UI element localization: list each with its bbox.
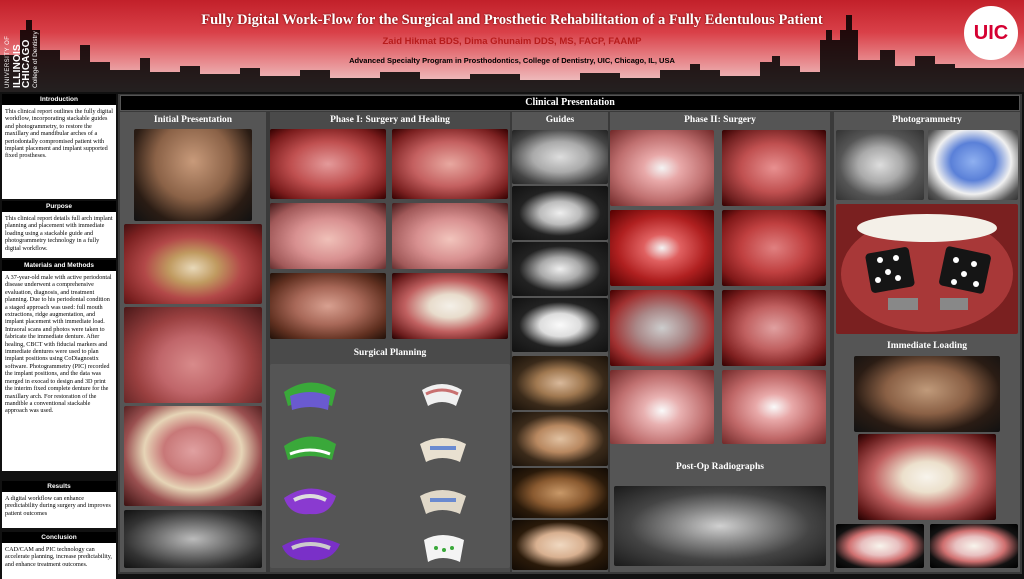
smile-photo-final — [854, 356, 1000, 432]
phase-2-column: Phase II: Surgery Post-Op Radiographs — [610, 112, 830, 572]
guide-photo-5 — [512, 356, 608, 410]
purpose-body: This clinical report details full arch i… — [2, 212, 116, 258]
photogrammetry-scan-gray — [836, 130, 924, 200]
guide-photo-2 — [512, 186, 608, 240]
guide-photo-7 — [512, 468, 608, 518]
phase-1-photo-6 — [392, 273, 508, 339]
phase-1-photo-5 — [270, 273, 386, 339]
phase-2-photo-1 — [610, 130, 714, 206]
immediate-loading-heading: Immediate Loading — [887, 341, 967, 351]
guides-heading: Guides — [545, 115, 575, 125]
photogrammetry-scan-bodies-photo — [836, 204, 1018, 334]
patient-face-photo — [134, 129, 252, 221]
guide-photo-6 — [512, 412, 608, 466]
phase-2-photo-8 — [722, 370, 826, 444]
conclusion-body: CAD/CAM and PIC technology can accelerat… — [2, 543, 116, 579]
text-sidebar: Introduction This clinical report outlin… — [2, 94, 116, 579]
prosthesis-photo-2 — [930, 524, 1018, 568]
uic-logo: UIC — [964, 6, 1018, 60]
purpose-heading: Purpose — [2, 201, 116, 212]
guide-photo-4 — [512, 298, 608, 352]
phase-1-photo-3 — [270, 203, 386, 269]
post-op-panoramic-radiograph — [614, 486, 826, 566]
intraoral-frontal-photo — [124, 224, 262, 304]
introduction-heading: Introduction — [2, 94, 116, 105]
phase-2-photo-3 — [610, 210, 714, 286]
phase-2-photo-2 — [722, 130, 826, 206]
uic-wordmark: UNIVERSITY OF ILLINOIS CHICAGO College o… — [4, 4, 39, 88]
poster-affiliation: Advanced Specialty Program in Prosthodon… — [349, 56, 675, 65]
guides-column: Guides — [512, 112, 608, 572]
materials-heading: Materials and Methods — [2, 260, 116, 271]
prosthesis-photo-1 — [836, 524, 924, 568]
maxillary-occlusal-photo — [124, 307, 262, 403]
conclusion-heading: Conclusion — [2, 532, 116, 543]
guide-photo-8 — [512, 520, 608, 570]
poster-header: UNIVERSITY OF ILLINOIS CHICAGO College o… — [0, 0, 1024, 92]
university-line-3: College of Dentistry — [32, 31, 39, 88]
clinical-presentation-heading: Clinical Presentation — [120, 95, 1020, 111]
poster-authors: Zaid Hikmat BDS, Dima Ghunaim DDS, MS, F… — [382, 36, 642, 47]
radiographs-heading: Post-Op Radiographs — [676, 462, 764, 472]
initial-panoramic-radiograph — [124, 510, 262, 568]
phase-2-photo-7 — [610, 370, 714, 444]
guide-photo-3 — [512, 242, 608, 296]
introduction-body: This clinical report outlines the fully … — [2, 105, 116, 199]
phase-2-heading: Phase II: Surgery — [684, 115, 756, 125]
results-heading: Results — [2, 481, 116, 492]
initial-presentation-heading: Initial Presentation — [153, 115, 233, 125]
phase-1-photo-4 — [392, 203, 508, 269]
clinical-presentation-panel: Clinical Presentation Initial Presentati… — [118, 94, 1022, 574]
surgical-planning-renders — [270, 364, 510, 568]
mandibular-occlusal-photo — [124, 406, 262, 506]
results-body: A digital workflow can enhance predictab… — [2, 492, 116, 528]
phase-1-photo-2 — [392, 129, 508, 199]
materials-body: A 37-year-old male with active periodont… — [2, 271, 116, 471]
guide-photo-1 — [512, 130, 608, 184]
photogrammetry-heading: Photogrammetry — [892, 115, 962, 125]
phase-2-photo-6 — [722, 290, 826, 366]
phase-2-photo-4 — [722, 210, 826, 286]
phase-1-column: Phase I: Surgery and Healing Surgical Pl… — [270, 112, 510, 572]
final-intraoral-photo — [858, 434, 996, 520]
phase-1-photo-1 — [270, 129, 386, 199]
surgical-planning-heading: Surgical Planning — [353, 348, 427, 358]
photogrammetry-scan-blue — [928, 130, 1018, 200]
university-line-2: ILLINOIS CHICAGO — [12, 39, 32, 88]
photogrammetry-column: Photogrammetry Immediate Loading — [834, 112, 1020, 572]
initial-presentation-column: Initial Presentation — [120, 112, 266, 572]
phase-2-photo-5 — [610, 290, 714, 366]
phase-1-heading: Phase I: Surgery and Healing — [330, 115, 450, 125]
poster-title: Fully Digital Work-Flow for the Surgical… — [201, 12, 823, 28]
